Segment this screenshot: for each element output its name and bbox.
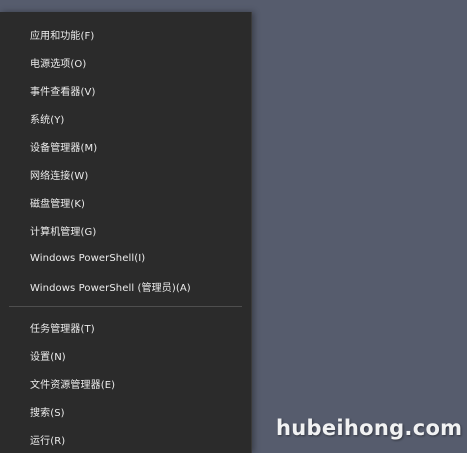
menu-item-search[interactable]: 搜索(S) <box>0 397 251 425</box>
watermark-text: hubeihong.com <box>276 416 463 440</box>
menu-item-network-connections[interactable]: 网络连接(W) <box>0 160 251 188</box>
winx-context-menu: 应用和功能(F) 电源选项(O) 事件查看器(V) 系统(Y) 设备管理器(M)… <box>0 12 252 453</box>
menu-item-powershell-admin[interactable]: Windows PowerShell (管理员)(A) <box>0 272 251 300</box>
menu-item-task-manager[interactable]: 任务管理器(T) <box>0 313 251 341</box>
menu-item-power-options[interactable]: 电源选项(O) <box>0 48 251 76</box>
menu-item-event-viewer[interactable]: 事件查看器(V) <box>0 76 251 104</box>
menu-item-computer-management[interactable]: 计算机管理(G) <box>0 216 251 244</box>
menu-group-shell-tools: 任务管理器(T) 设置(N) 文件资源管理器(E) 搜索(S) 运行(R) <box>0 313 251 453</box>
menu-item-powershell[interactable]: Windows PowerShell(I) <box>0 244 251 272</box>
menu-separator <box>9 306 242 307</box>
menu-item-file-explorer[interactable]: 文件资源管理器(E) <box>0 369 251 397</box>
menu-item-run[interactable]: 运行(R) <box>0 425 251 453</box>
menu-group-system-tools: 应用和功能(F) 电源选项(O) 事件查看器(V) 系统(Y) 设备管理器(M)… <box>0 12 251 300</box>
menu-item-system[interactable]: 系统(Y) <box>0 104 251 132</box>
menu-item-disk-management[interactable]: 磁盘管理(K) <box>0 188 251 216</box>
menu-item-settings[interactable]: 设置(N) <box>0 341 251 369</box>
menu-item-device-manager[interactable]: 设备管理器(M) <box>0 132 251 160</box>
menu-item-apps-and-features[interactable]: 应用和功能(F) <box>0 20 251 48</box>
